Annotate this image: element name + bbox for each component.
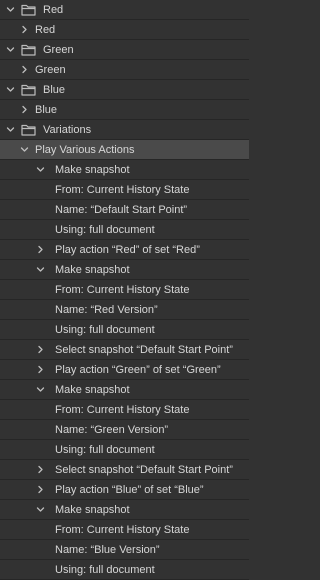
chevron-down-icon[interactable] — [6, 125, 15, 134]
actions-row-label: Name: “Default Start Point” — [55, 204, 188, 216]
chevron-right-icon[interactable] — [20, 65, 29, 74]
actions-row-command[interactable]: Make snapshot — [0, 380, 249, 400]
chevron-down-icon[interactable] — [36, 505, 45, 514]
actions-row-label: From: Current History State — [55, 404, 190, 416]
actions-row-detail[interactable]: Name: “Default Start Point” — [0, 200, 249, 220]
actions-panel: Red Red Green Green Blue Blue Variations Play V… — [0, 0, 249, 580]
actions-row-label: From: Current History State — [55, 524, 190, 536]
actions-row-detail[interactable]: Name: “Green Version” — [0, 420, 249, 440]
actions-row-label: Play Various Actions — [35, 144, 135, 156]
chevron-right-icon[interactable] — [20, 25, 29, 34]
actions-row-label: Make snapshot — [55, 384, 130, 396]
folder-icon — [21, 84, 36, 96]
actions-row-label: Green — [35, 64, 66, 76]
actions-row-label: Name: “Blue Version” — [55, 544, 160, 556]
actions-row-label: Variations — [43, 124, 92, 136]
actions-row-label: Red — [35, 24, 56, 36]
actions-row-action[interactable]: Red — [0, 20, 249, 40]
chevron-right-icon[interactable] — [36, 345, 45, 354]
actions-row-detail[interactable]: From: Current History State — [0, 400, 249, 420]
chevron-down-icon[interactable] — [6, 85, 15, 94]
actions-row-detail[interactable]: Name: “Red Version” — [0, 300, 249, 320]
actions-row-set[interactable]: Red — [0, 0, 249, 20]
actions-row-command[interactable]: Play action “Green” of set “Green” — [0, 360, 249, 380]
actions-row-command[interactable]: Play action “Red” of set “Red” — [0, 240, 249, 260]
chevron-down-icon[interactable] — [36, 265, 45, 274]
actions-row-detail[interactable]: Name: “Blue Version” — [0, 540, 249, 560]
chevron-down-icon[interactable] — [20, 145, 29, 154]
actions-row-label: From: Current History State — [55, 284, 190, 296]
chevron-down-icon[interactable] — [6, 45, 15, 54]
actions-row-command[interactable]: Select snapshot “Default Start Point” — [0, 340, 249, 360]
actions-row-label: Select snapshot “Default Start Point” — [55, 464, 233, 476]
actions-row-label: Using: full document — [55, 444, 155, 456]
actions-row-label: Green — [43, 44, 74, 56]
actions-row-action[interactable]: Green — [0, 60, 249, 80]
folder-icon — [21, 124, 36, 136]
actions-row-detail[interactable]: From: Current History State — [0, 180, 249, 200]
actions-row-command[interactable]: Make snapshot — [0, 500, 249, 520]
actions-row-command[interactable]: Play action “Blue” of set “Blue” — [0, 480, 249, 500]
actions-row-label: From: Current History State — [55, 184, 190, 196]
actions-row-command[interactable]: Select snapshot “Default Start Point” — [0, 460, 249, 480]
folder-icon — [21, 44, 36, 56]
chevron-down-icon[interactable] — [6, 5, 15, 14]
actions-row-detail[interactable]: From: Current History State — [0, 520, 249, 540]
actions-row-detail[interactable]: Using: full document — [0, 320, 249, 340]
actions-row-label: Name: “Red Version” — [55, 304, 158, 316]
actions-row-detail[interactable]: Using: full document — [0, 440, 249, 460]
chevron-down-icon[interactable] — [36, 385, 45, 394]
actions-row-detail[interactable]: Using: full document — [0, 220, 249, 240]
actions-row-label: Using: full document — [55, 324, 155, 336]
actions-row-label: Name: “Green Version” — [55, 424, 169, 436]
actions-row-label: Blue — [43, 84, 66, 96]
actions-row-label: Blue — [35, 104, 58, 116]
folder-icon — [21, 4, 36, 16]
actions-row-command[interactable]: Make snapshot — [0, 160, 249, 180]
actions-row-command[interactable]: Make snapshot — [0, 260, 249, 280]
actions-row-set[interactable]: Blue — [0, 80, 249, 100]
actions-row-action[interactable]: Blue — [0, 100, 249, 120]
chevron-right-icon[interactable] — [36, 245, 45, 254]
chevron-right-icon[interactable] — [36, 365, 45, 374]
actions-row-set[interactable]: Variations — [0, 120, 249, 140]
actions-row-set[interactable]: Green — [0, 40, 249, 60]
actions-row-label: Make snapshot — [55, 264, 130, 276]
chevron-right-icon[interactable] — [36, 465, 45, 474]
actions-row-label: Make snapshot — [55, 504, 130, 516]
actions-row-detail[interactable]: Using: full document — [0, 560, 249, 580]
actions-row-label: Play action “Green” of set “Green” — [55, 364, 221, 376]
chevron-right-icon[interactable] — [36, 485, 45, 494]
actions-row-label: Make snapshot — [55, 164, 130, 176]
actions-row-detail[interactable]: From: Current History State — [0, 280, 249, 300]
actions-row-label: Play action “Red” of set “Red” — [55, 244, 200, 256]
actions-row-label: Using: full document — [55, 224, 155, 236]
actions-row-label: Play action “Blue” of set “Blue” — [55, 484, 204, 496]
actions-row-action[interactable]: Play Various Actions — [0, 140, 249, 160]
chevron-down-icon[interactable] — [36, 165, 45, 174]
actions-row-label: Using: full document — [55, 564, 155, 576]
actions-row-label: Select snapshot “Default Start Point” — [55, 344, 233, 356]
actions-row-label: Red — [43, 4, 64, 16]
chevron-right-icon[interactable] — [20, 105, 29, 114]
